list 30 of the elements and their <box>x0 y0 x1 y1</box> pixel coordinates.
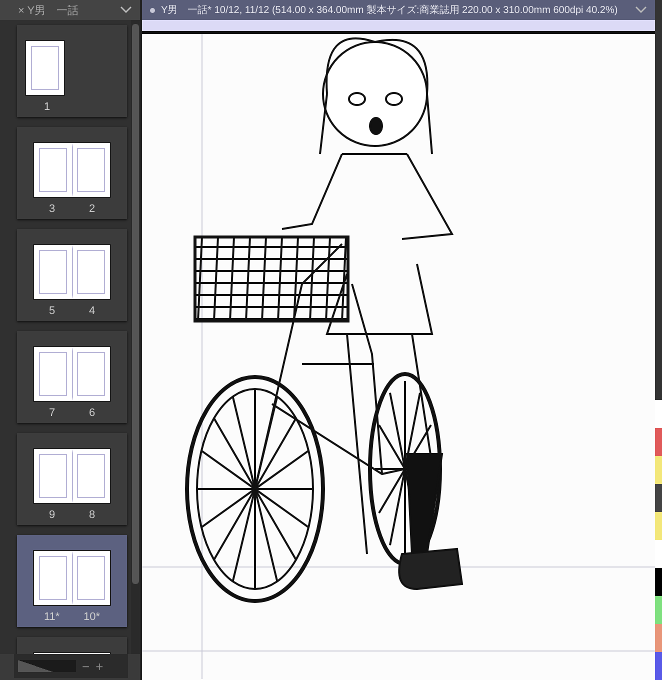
page-number: 1 <box>44 101 50 113</box>
page-number: 4 <box>88 305 96 317</box>
page-number: 7 <box>48 407 56 419</box>
zoom-out-button[interactable]: − <box>82 658 90 674</box>
page-card[interactable]: 9 8 <box>17 433 127 525</box>
zoom-in-button[interactable]: + <box>96 658 104 674</box>
page-number: 3 <box>48 203 56 215</box>
panel-tab-title: × Y男 一話 <box>18 4 79 18</box>
drawing-canvas[interactable] <box>142 34 655 680</box>
page-card[interactable]: 5 4 <box>17 229 127 321</box>
page-number: 2 <box>88 203 96 215</box>
page-number: 6 <box>88 407 96 419</box>
page-card[interactable]: 11* 10* <box>17 535 127 627</box>
page-card[interactable]: 1 <box>17 25 127 117</box>
page-card[interactable]: 3 2 <box>17 127 127 219</box>
chevron-down-icon[interactable] <box>635 6 647 14</box>
thumbnail-size-slider[interactable] <box>18 660 76 672</box>
scrollbar-thumb[interactable] <box>132 24 139 584</box>
dot-icon <box>150 8 155 12</box>
document-title: Y男 一話* 10/12, 11/12 (514.00 x 364.00mm 製本サイズ:商業誌用 220.00 x 310.00mm 600dpi 40.2%) <box>161 4 619 17</box>
page-number: 11* <box>44 611 60 623</box>
page-number: 9 <box>48 509 56 521</box>
page-number: 5 <box>48 305 56 317</box>
panel-tab[interactable]: × Y男 一話 <box>0 0 140 20</box>
chevron-down-icon[interactable] <box>120 6 132 14</box>
page-number: 8 <box>88 509 96 521</box>
page-thumbnail <box>25 40 65 96</box>
page-card[interactable]: 7 6 <box>17 331 127 423</box>
document-tab[interactable]: Y男 一話* 10/12, 11/12 (514.00 x 364.00mm 製本サイズ:商業誌用 220.00 x 310.00mm 600dpi 40.2%) <box>142 0 655 20</box>
page-number: 10* <box>84 611 100 623</box>
